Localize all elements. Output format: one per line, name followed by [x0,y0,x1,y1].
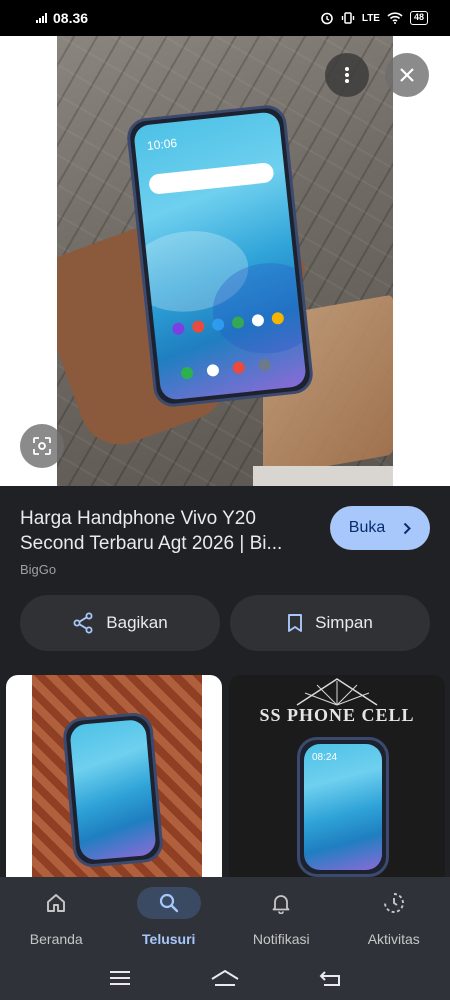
app-dot [171,322,185,336]
bottom-navigation: Beranda Telusuri Notifikasi Aktivitas [0,877,450,955]
phone-clock: 10:06 [146,135,178,153]
app-dot [191,320,205,334]
result-image[interactable]: 10:06 [57,36,393,486]
related-phone-screen [69,718,157,862]
dock-dot [180,366,194,380]
nav-search-label: Telusuri [142,931,196,947]
image-viewer: 10:06 [0,36,450,486]
result-source: BigGo [20,562,57,577]
vibrate-icon [341,11,355,25]
network-type: LTE [361,12,380,24]
home-icon [24,887,88,919]
related-images: SS PHONE CELL 08:24 [0,675,450,877]
open-button-label: Buka [348,519,386,536]
related-phone [61,711,165,869]
more-options-button[interactable] [325,53,369,97]
share-label: Bagikan [106,613,168,632]
save-button[interactable]: Simpan [230,595,430,651]
back-icon[interactable] [319,969,341,987]
nav-activity[interactable]: Aktivitas [338,877,450,955]
nav-activity-label: Aktivitas [367,931,420,947]
close-icon [400,68,414,82]
status-bar: 08.36 LTE 48 [0,0,450,36]
status-left: 08.36 [36,10,88,26]
close-button[interactable] [385,53,429,97]
status-right: LTE 48 [320,11,428,25]
home-button-icon[interactable] [210,969,240,987]
lens-icon [33,437,51,455]
related-phone-clock: 08:24 [312,752,338,763]
related-phone: 08:24 [297,737,389,877]
nav-search[interactable]: Telusuri [113,877,226,955]
brand-text: SS PHONE CELL [259,705,415,725]
phone-in-hand: 10:06 [125,103,315,409]
chevron-right-icon [404,522,412,534]
nav-notifications-label: Notifikasi [252,931,310,947]
related-phone-screen: 08:24 [304,744,382,870]
nav-home-label: Beranda [29,931,83,947]
result-title[interactable]: Harga Handphone Vivo Y20 Second Terbaru … [20,506,320,556]
dock-dot [206,363,220,377]
wifi-icon [387,12,403,24]
dock-dot [232,361,246,375]
open-button[interactable]: Buka [330,506,430,550]
bookmark-icon [288,614,303,632]
nav-notifications[interactable]: Notifikasi [225,877,338,955]
related-image-1[interactable] [6,675,222,877]
related-image-2[interactable]: SS PHONE CELL 08:24 [229,675,445,877]
save-label: Simpan [315,613,373,632]
alarm-icon [320,11,334,25]
background-sill [253,466,393,486]
share-icon [73,612,93,634]
activity-icon [362,887,426,919]
phone-screen: 10:06 [132,111,308,401]
result-info: Harga Handphone Vivo Y20 Second Terbaru … [0,486,450,596]
share-button[interactable]: Bagikan [20,595,220,651]
dock-dot [258,358,272,372]
status-time: 08.36 [53,10,89,26]
phone-search-bar [148,162,275,195]
more-vert-icon [345,67,349,83]
menu-icon[interactable] [109,970,131,986]
action-row: Bagikan Simpan [20,595,430,651]
lens-button[interactable] [20,424,64,468]
system-navigation [0,955,450,1000]
nav-home[interactable]: Beranda [0,877,113,955]
search-icon [136,887,201,919]
bell-icon [249,887,313,919]
signal-icon [36,13,47,23]
battery-icon: 48 [409,11,428,25]
